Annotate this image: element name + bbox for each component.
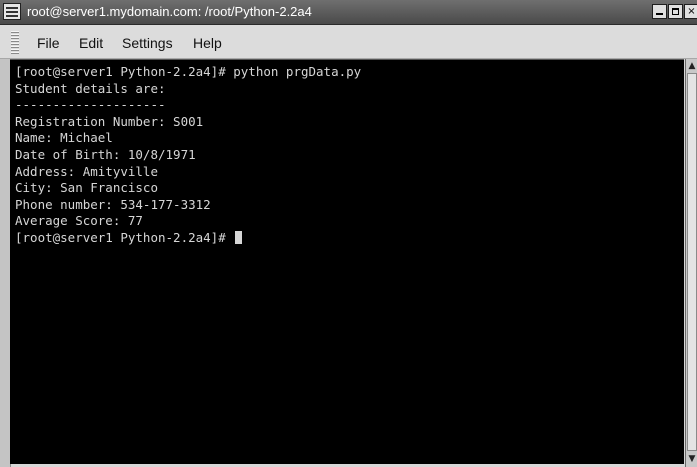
scrollbar-thumb[interactable] [687, 73, 697, 451]
window-title: root@server1.mydomain.com: /root/Python-… [27, 4, 312, 19]
window-menu-icon[interactable] [3, 3, 21, 20]
terminal-line: Average Score: 77 [15, 213, 143, 229]
terminal-line: Date of Birth: 10/8/1971 [15, 146, 196, 162]
terminal-line: -------------------- [15, 97, 166, 113]
menu-edit[interactable]: Edit [79, 35, 103, 51]
minimize-button[interactable] [652, 4, 667, 19]
menu-settings[interactable]: Settings [122, 35, 173, 51]
menubar-grip-handle[interactable] [11, 30, 19, 54]
vertical-scrollbar[interactable]: ▲ ▼ [685, 59, 697, 467]
close-button[interactable]: × [684, 4, 697, 19]
terminal-line: Phone number: 534-177-3312 [15, 196, 211, 212]
text-cursor [235, 230, 243, 244]
terminal-line: Registration Number: S001 [15, 113, 204, 129]
terminal-lines: [root@server1 Python-2.2a4]# python prgD… [15, 64, 361, 247]
terminal-window: root@server1.mydomain.com: /root/Python-… [0, 0, 697, 467]
minimize-icon [656, 13, 663, 15]
menu-file[interactable]: File [37, 35, 60, 51]
terminal-line: City: San Francisco [15, 180, 158, 196]
close-icon: × [687, 6, 696, 17]
terminal-prompt-line: [root@server1 Python-2.2a4]# [15, 230, 361, 247]
terminal-line: Student details are: [15, 80, 166, 96]
scroll-down-arrow-icon[interactable]: ▼ [687, 454, 697, 464]
terminal-output-area[interactable]: [root@server1 Python-2.2a4]# python prgD… [10, 59, 684, 464]
maximize-icon [672, 8, 679, 15]
terminal-line: Address: Amityville [15, 163, 158, 179]
terminal-prompt: [root@server1 Python-2.2a4]# [15, 229, 234, 245]
title-bar[interactable]: root@server1.mydomain.com: /root/Python-… [0, 0, 697, 25]
maximize-button[interactable] [668, 4, 683, 19]
menu-help[interactable]: Help [193, 35, 222, 51]
menu-bar: File Edit Settings Help [0, 25, 697, 59]
terminal-line: [root@server1 Python-2.2a4]# python prgD… [15, 64, 362, 79]
scroll-up-arrow-icon[interactable]: ▲ [687, 61, 697, 71]
terminal-line: Name: Michael [15, 130, 113, 146]
